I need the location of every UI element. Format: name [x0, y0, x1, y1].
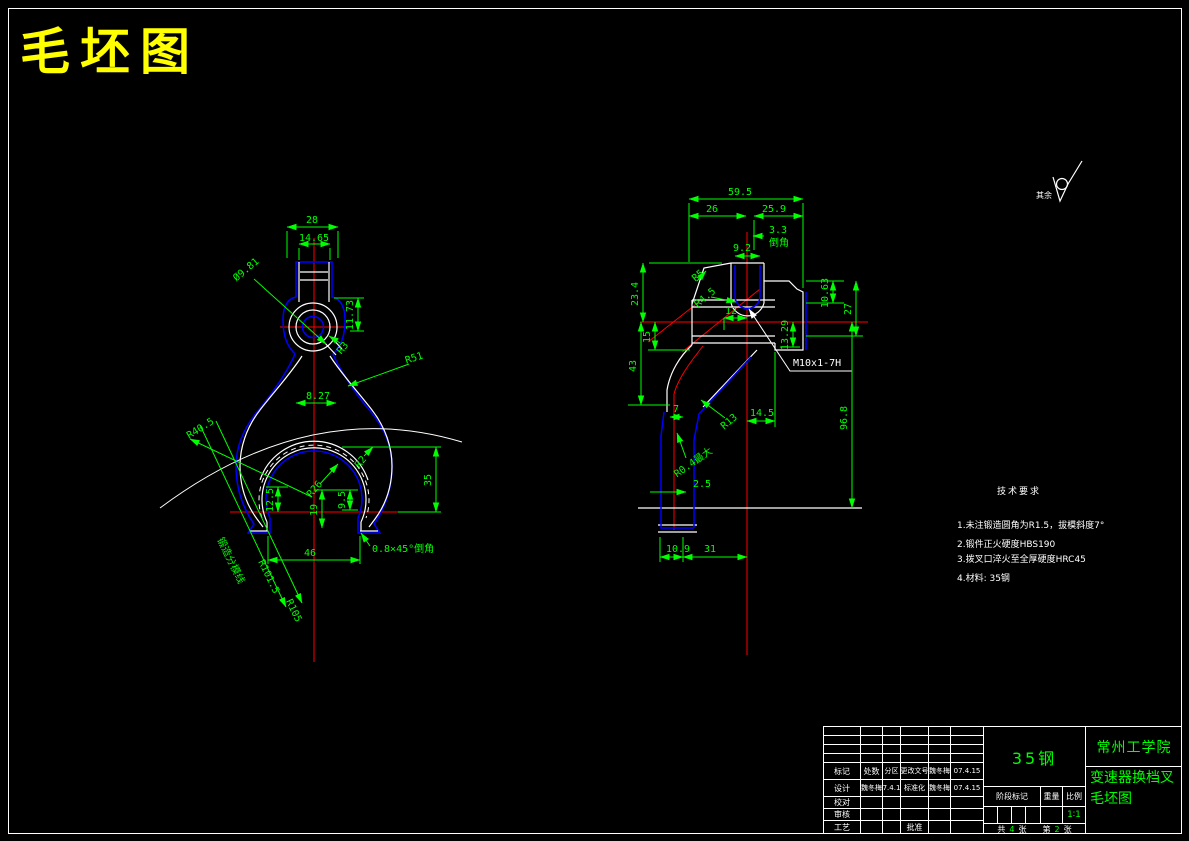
left-view: 28 14.65 Ø9.81 11.73 R3 R51 8.27 R40.5 3…	[159, 215, 463, 662]
weight-value	[1041, 807, 1063, 824]
dim-r3: R3	[335, 340, 351, 356]
technical-requirements: 技术要求 1.未注锻造圆角为R1.5，拔模斜度7° 2.锻件正火硬度HBS190…	[935, 486, 1175, 584]
title-block-middle: 35钢 阶段标记 重量 比例 1∶1 共4张 第2张	[984, 727, 1086, 834]
material-spec: 35钢	[984, 727, 1086, 787]
tech-notes-heading: 技术要求	[997, 487, 1042, 497]
dim-23-4: 23.4	[630, 282, 641, 306]
drawing-title-cell: 变速器换档叉 毛坯图	[1086, 767, 1182, 834]
roughness-circle-icon	[1055, 177, 1069, 191]
label-sheets: 张	[1018, 824, 1027, 834]
drawing-area: 28 14.65 Ø9.81 11.73 R3 R51 8.27 R40.5 3…	[159, 160, 1083, 662]
dim-r13: R13	[719, 412, 740, 432]
page-number: 2	[1054, 824, 1060, 834]
label-weight: 重量	[1041, 787, 1063, 807]
surface-rest-label: 其余	[1036, 190, 1052, 200]
dim-r51: R51	[404, 351, 425, 367]
tech-note-3: 3.拨叉口淬火至全厚硬度HRC45	[957, 555, 1086, 565]
label-process: 工艺	[824, 821, 861, 834]
dim-25-9: 25.9	[762, 204, 786, 215]
label-proof: 校对	[824, 797, 861, 809]
dim-3-3: 3.3	[769, 225, 787, 236]
dim-9-5: 9.5	[337, 491, 348, 509]
dim-12-5: 12.5	[265, 488, 276, 512]
label-standardize: 标准化	[901, 780, 929, 797]
total-sheets: 4	[1009, 824, 1015, 834]
scale-value: 1∶1	[1063, 807, 1086, 824]
surface-finish-symbol: 其余	[1036, 160, 1083, 203]
dim-r5: R5	[690, 268, 706, 284]
dim-2-5: 2.5	[693, 479, 711, 490]
label-approve: 批准	[901, 821, 929, 834]
title-block-revision-table: 标记 处数 分区 更改文号 魏冬梅 07.4.15 设计 魏冬梅 07.4.15…	[824, 727, 984, 834]
dim-13-29: 13.29	[780, 320, 791, 350]
dim-35: 35	[423, 474, 434, 486]
dim-r0-4-max: R0.4最大	[671, 444, 715, 480]
dim-r105: R105	[283, 598, 303, 624]
label-mark: 标记	[824, 763, 861, 780]
signature-standardize: 魏冬梅	[929, 780, 951, 797]
date-standardize: 07.4.15	[951, 780, 984, 797]
signature-mark-row: 魏冬梅	[929, 763, 951, 780]
left-view-dim-texts: 28 14.65 Ø9.81 11.73 R3 R51 8.27 R40.5 3…	[185, 215, 434, 624]
label-parting-line: 锻造分模线	[214, 535, 248, 586]
dim-10-9: 10.9	[666, 544, 690, 555]
dim-26: 26	[706, 204, 718, 215]
dim-14-5: 14.5	[750, 408, 774, 419]
dim-14-65: 14.65	[299, 233, 329, 244]
dim-chamfer-note: 0.8×45°倒角	[372, 543, 434, 555]
dim-46: 46	[304, 548, 316, 559]
label-doc-no: 更改文号	[901, 763, 929, 780]
date-mark-row: 07.4.15	[951, 763, 984, 780]
label-page: 第	[1042, 824, 1051, 834]
date-design: 07.4.15	[883, 780, 901, 797]
dim-31: 31	[704, 544, 716, 555]
title-block-right: 常州工学院 变速器换档叉 毛坯图	[1086, 727, 1182, 834]
label-design: 设计	[824, 780, 861, 797]
title-block: 标记 处数 分区 更改文号 魏冬梅 07.4.15 设计 魏冬梅 07.4.15…	[823, 726, 1182, 834]
dim-9-2: 9.2	[733, 243, 751, 254]
tech-note-1: 1.未注锻造圆角为R1.5，拔模斜度7°	[957, 521, 1105, 531]
label-stage-mark: 阶段标记	[984, 787, 1041, 807]
dim-96-8: 96.8	[839, 406, 850, 430]
dim-dia-9-81: Ø9.81	[231, 255, 262, 284]
tech-note-4: 4.材料: 35钢	[957, 574, 1010, 584]
label-scale: 比例	[1063, 787, 1086, 807]
label-audit: 审核	[824, 809, 861, 821]
dim-10-63: 10.63	[820, 278, 831, 308]
school-name: 常州工学院	[1086, 727, 1182, 767]
right-view-blank-outline	[660, 265, 807, 529]
part-name: 变速器换档叉	[1090, 770, 1174, 786]
dim-11-73: 11.73	[345, 300, 356, 330]
label-page-sheet: 张	[1063, 824, 1072, 834]
dim-8-27: 8.27	[306, 391, 330, 402]
dim-r101-5: R101.5	[255, 558, 281, 595]
dim-43: 43	[628, 360, 639, 372]
dim-thread: M10x1-7H	[793, 358, 841, 369]
dim-r40-5: R40.5	[185, 416, 216, 441]
right-view: M10x1-7H 59.5 26 25.9 3.3 倒角 9.2 23.4 15…	[628, 187, 868, 655]
dim-59-5: 59.5	[728, 187, 752, 198]
label-zone: 分区	[883, 763, 901, 780]
dim-15: 15	[642, 331, 653, 343]
dim-27: 27	[843, 303, 854, 315]
dim-7: 7	[673, 404, 679, 415]
right-view-centerlines	[640, 232, 868, 655]
drawing-type: 毛坯图	[1090, 791, 1132, 807]
dim-3-3-chamfer-label: 倒角	[769, 237, 789, 249]
left-view-centerlines	[230, 238, 400, 662]
dim-28: 28	[306, 215, 318, 226]
signature-design: 魏冬梅	[861, 780, 883, 797]
cad-canvas: 毛坯图 28 14.65 Ø9.81 11.73 R3 R51 8.27 R40…	[0, 0, 1189, 841]
tech-note-2: 2.锻件正火硬度HBS190	[957, 540, 1056, 550]
dim-12: 12	[725, 306, 737, 317]
sheet-count-row: 共4张 第2张	[984, 824, 1086, 834]
label-total: 共	[997, 824, 1006, 834]
dim-19: 19	[309, 504, 320, 516]
label-count: 处数	[861, 763, 883, 780]
